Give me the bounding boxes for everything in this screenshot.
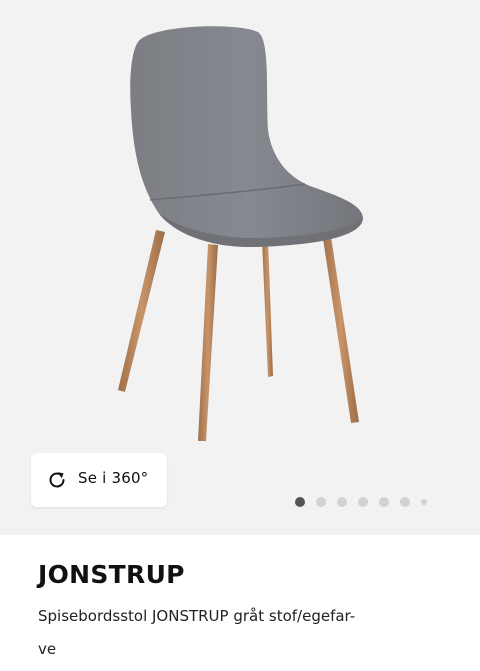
- product-gallery[interactable]: Se i 360°: [0, 0, 480, 535]
- product-description-line-1: Spisebordsstol JONSTRUP gråt stof/egefar…: [38, 607, 356, 625]
- carousel-dot-2[interactable]: [316, 497, 326, 507]
- carousel-dot-7[interactable]: [421, 499, 427, 505]
- product-title: JONSTRUP: [38, 560, 185, 589]
- carousel-dot-4[interactable]: [358, 497, 368, 507]
- carousel-dot-6[interactable]: [400, 497, 410, 507]
- rotate-icon: [49, 472, 65, 488]
- view-360-label: Se i 360°: [78, 469, 149, 487]
- product-description: Spisebordsstol JONSTRUP gråt stof/egefar…: [38, 600, 438, 666]
- carousel-dots: [295, 497, 427, 507]
- carousel-dot-1[interactable]: [295, 497, 305, 507]
- product-description-line-2: ve: [38, 640, 57, 658]
- carousel-dot-3[interactable]: [337, 497, 347, 507]
- view-360-button[interactable]: Se i 360°: [31, 453, 167, 507]
- carousel-dot-5[interactable]: [379, 497, 389, 507]
